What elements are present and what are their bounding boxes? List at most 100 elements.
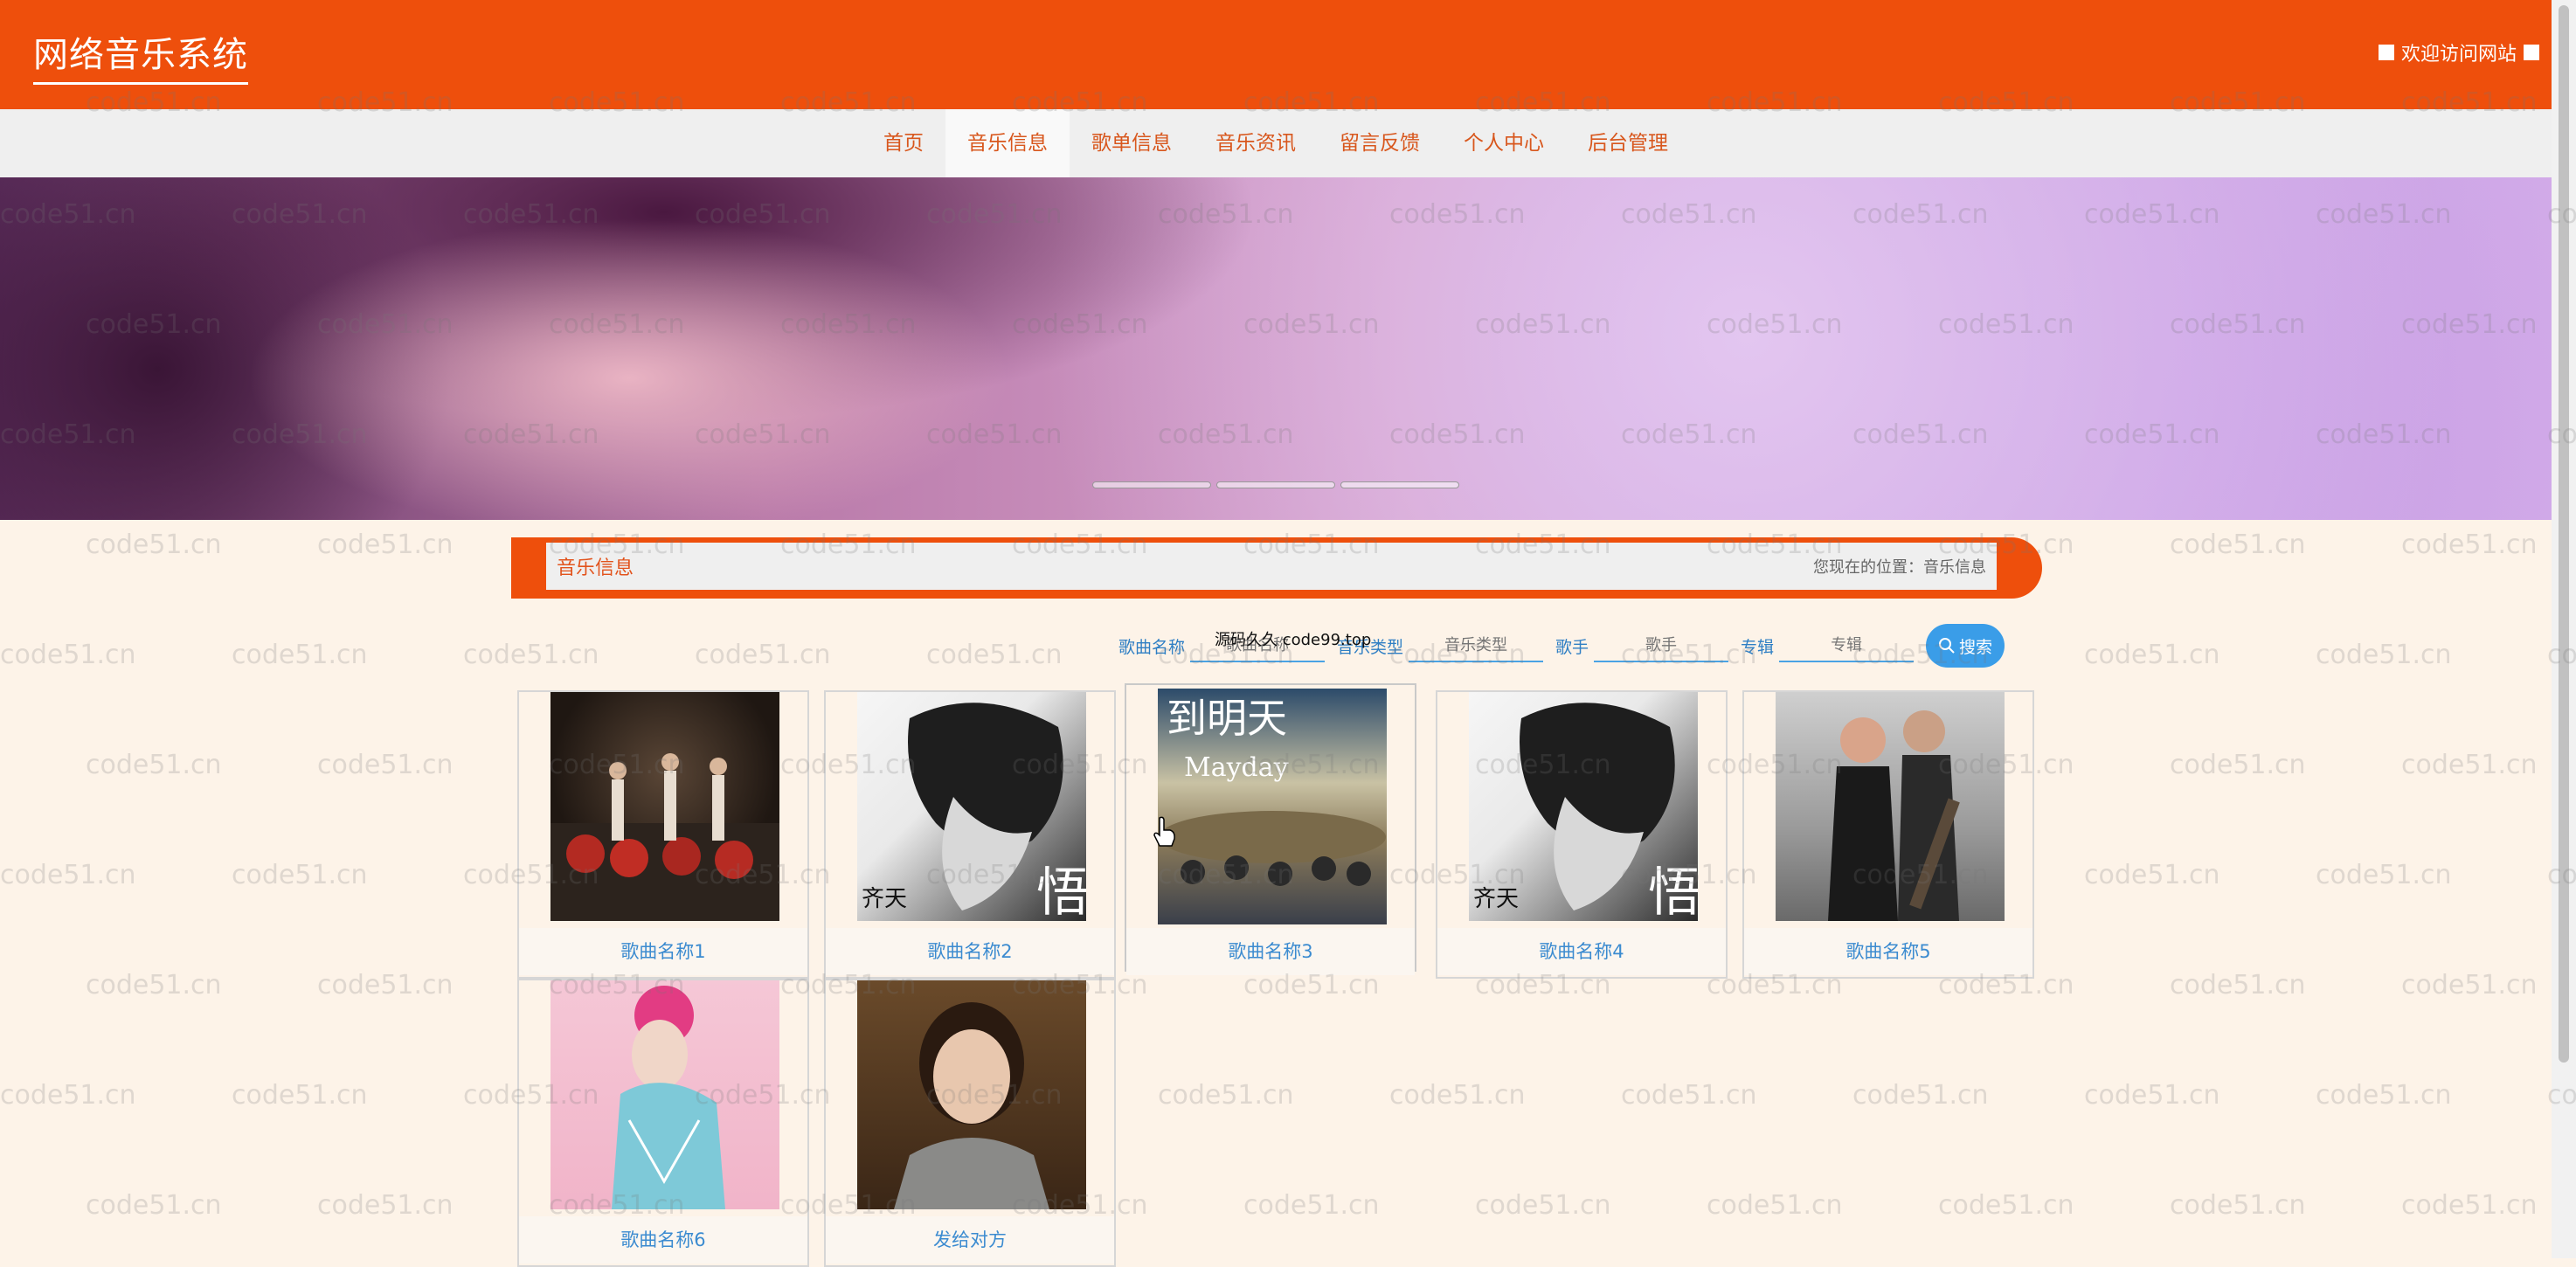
nav-home[interactable]: 首页 [862, 109, 945, 177]
svg-text:到明天: 到明天 [1167, 695, 1287, 742]
song-name-label: 歌曲名称 [1118, 637, 1186, 657]
music-card-6[interactable]: 歌曲名称6 [517, 979, 809, 1267]
album-cover[interactable]: 悟 齐天 [1469, 692, 1700, 924]
watermark-text: code51.cn [1243, 1190, 1380, 1221]
music-type-input[interactable] [1409, 629, 1544, 662]
watermark-text: code51.cn [1938, 1190, 2074, 1221]
banner-carousel[interactable] [0, 177, 2552, 520]
album-cover[interactable]: 悟 齐天 [857, 692, 1089, 924]
album-cover[interactable] [551, 980, 779, 1209]
music-card-7[interactable]: 发给对方 [824, 979, 1116, 1267]
watermark-text: code51.cn [1852, 1080, 1989, 1111]
watermark-text: code51.cn [86, 1190, 222, 1221]
svg-text:Mayday: Mayday [1184, 752, 1289, 783]
watermark-text: code51.cn [1475, 1190, 1611, 1221]
watermark-text: code51.cn [1707, 1190, 1843, 1221]
search-button-label: 搜索 [1959, 637, 1993, 657]
section-title: 音乐信息 [557, 557, 634, 579]
watermark-text: code51.cn [86, 970, 222, 1000]
carousel-dot[interactable] [1092, 481, 1211, 488]
album-input[interactable] [1779, 629, 1915, 662]
section-header-inner: 音乐信息 您现在的位置：音乐信息 [546, 543, 1997, 590]
square-icon [2378, 45, 2394, 60]
nav-music-info[interactable]: 音乐信息 [945, 109, 1070, 177]
card-title[interactable]: 歌曲名称6 [519, 1216, 807, 1264]
watermark-text: code51.cn [2401, 1190, 2538, 1221]
watermark-text: code51.cn [232, 640, 368, 670]
music-card-1[interactable]: 歌曲名称1 [517, 690, 809, 979]
singer-label: 歌手 [1555, 637, 1589, 657]
card-title[interactable]: 发给对方 [826, 1216, 1114, 1264]
search-icon [1939, 638, 1955, 654]
welcome-area: 欢迎访问网站 [2378, 38, 2539, 66]
watermark-text: code51.cn [317, 750, 454, 780]
album-label: 专辑 [1741, 637, 1775, 657]
album-cover[interactable] [857, 980, 1086, 1209]
svg-text:齐天: 齐天 [862, 886, 907, 912]
watermark-text: code51.cn [86, 530, 222, 560]
album-cover[interactable]: 到明天 Mayday [1158, 689, 1387, 924]
card-title[interactable]: 歌曲名称4 [1437, 928, 1726, 975]
carousel-indicators[interactable] [1092, 481, 1459, 488]
watermark-text: code51.cn [2170, 750, 2306, 780]
watermark-text: code51.cn [0, 640, 136, 670]
tooltip: 源码久久 code99.top [1215, 631, 1372, 649]
search-button[interactable]: 搜索 [1926, 624, 2005, 668]
watermark-text: code51.cn [2170, 970, 2306, 1000]
portrait-illustration: 悟 齐天 [862, 703, 1089, 924]
watermark-text: code51.cn [2170, 530, 2306, 560]
watermark-text: code51.cn [232, 860, 368, 890]
watermark-text: code51.cn [317, 1190, 454, 1221]
band-illustration: 到明天 Mayday [1159, 695, 1386, 886]
carousel-dot[interactable] [1340, 481, 1459, 488]
hand-cursor-icon [1153, 816, 1175, 847]
watermark-text: code51.cn [2401, 530, 2538, 560]
square-icon [2524, 45, 2539, 60]
watermark-text: code51.cn [2401, 970, 2538, 1000]
watermark-text: code51.cn [2084, 640, 2220, 670]
watermark-text: code51.cn [2401, 750, 2538, 780]
music-card-3[interactable]: 到明天 Mayday 歌曲名称3 [1125, 683, 1416, 975]
nav-admin[interactable]: 后台管理 [1566, 109, 1690, 177]
nav-personal-center[interactable]: 个人中心 [1442, 109, 1566, 177]
watermark-text: code51.cn [463, 640, 599, 670]
nav-playlist-info[interactable]: 歌单信息 [1070, 109, 1194, 177]
watermark-text: code51.cn [1158, 1080, 1294, 1111]
nav-feedback[interactable]: 留言反馈 [1318, 109, 1442, 177]
singer-input[interactable] [1594, 629, 1729, 662]
pink-portrait-illustration [612, 986, 725, 1209]
watermark-text: code51.cn [695, 640, 831, 670]
svg-text:悟: 悟 [1648, 862, 1698, 921]
site-header: 网络音乐系统 欢迎访问网站 [0, 0, 2552, 109]
album-cover[interactable] [551, 692, 779, 921]
card-title[interactable]: 歌曲名称5 [1744, 928, 2032, 975]
music-card-5[interactable]: 歌曲名称5 [1742, 690, 2034, 979]
duo-illustration [1828, 710, 1960, 921]
woman-portrait-illustration [894, 1002, 1049, 1209]
scrollbar-thumb[interactable] [2559, 5, 2569, 1063]
watermark-text: code51.cn [86, 750, 222, 780]
watermark-text: code51.cn [2316, 1080, 2452, 1111]
watermark-text: code51.cn [317, 530, 454, 560]
watermark-text: code51.cn [0, 860, 136, 890]
welcome-text: 欢迎访问网站 [2400, 44, 2517, 66]
music-card-2[interactable]: 悟 齐天 歌曲名称2 [824, 690, 1116, 979]
page-scrollbar[interactable] [2552, 0, 2576, 1258]
site-title[interactable]: 网络音乐系统 [33, 26, 248, 85]
watermark-text: code51.cn [1389, 1080, 1526, 1111]
card-title[interactable]: 歌曲名称1 [519, 928, 807, 975]
music-card-4[interactable]: 悟 齐天 歌曲名称4 [1436, 690, 1728, 979]
watermark-text: code51.cn [0, 1080, 136, 1111]
portrait-illustration: 悟 齐天 [1473, 703, 1700, 924]
breadcrumb: 您现在的位置：音乐信息 [1813, 558, 1986, 577]
card-title[interactable]: 歌曲名称3 [1126, 928, 1415, 975]
watermark-text: code51.cn [2170, 1190, 2306, 1221]
svg-text:齐天: 齐天 [1473, 886, 1519, 912]
album-cover[interactable] [1776, 692, 2005, 921]
watermark-text: code51.cn [1621, 1080, 1757, 1111]
card-title[interactable]: 歌曲名称2 [826, 928, 1114, 975]
nav-music-news[interactable]: 音乐资讯 [1194, 109, 1318, 177]
watermark-text: code51.cn [2316, 640, 2452, 670]
drummers-illustration [551, 753, 779, 921]
carousel-dot[interactable] [1216, 481, 1335, 488]
